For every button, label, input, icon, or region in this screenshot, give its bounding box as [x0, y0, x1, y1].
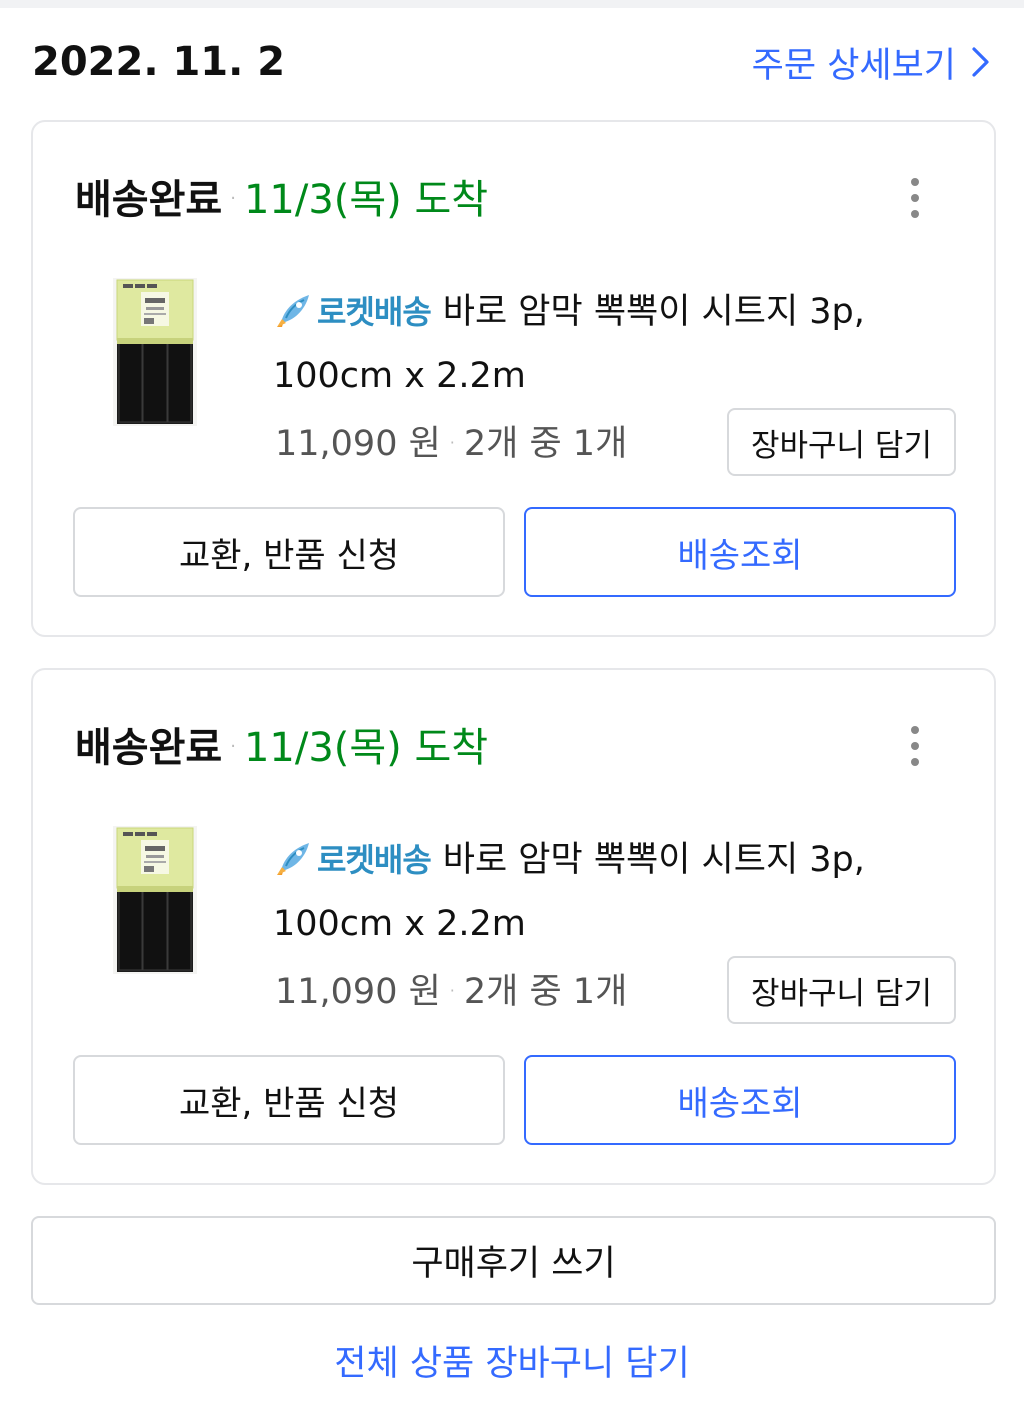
rocket-icon	[277, 843, 309, 875]
product-title-line1: 바로 암막 뽁뽁이 시트지 3p,	[442, 840, 865, 880]
rocket-delivery-label: 로켓배송	[317, 841, 432, 879]
arrival-date: 11/3(목) 도착	[243, 725, 489, 771]
track-delivery-button[interactable]: 배송조회	[524, 507, 956, 597]
delivery-status-row: 배송완료 · 11/3(목) 도착	[75, 718, 489, 771]
track-delivery-button[interactable]: 배송조회	[524, 1055, 956, 1145]
add-to-cart-button[interactable]: 장바구니 담기	[727, 956, 956, 1024]
rocket-delivery-label: 로켓배송	[317, 293, 432, 331]
chevron-right-icon	[972, 47, 989, 77]
separator-dot: ·	[230, 735, 236, 757]
order-item-card: 배송완료 · 11/3(목) 도착 로켓배송 바로 암막 뽁뽁이 시트지 3p, …	[31, 668, 996, 1185]
separator-dot: ·	[449, 980, 455, 1000]
order-detail-label: 주문 상세보기	[751, 45, 956, 86]
more-options-icon[interactable]	[900, 724, 930, 768]
product-title-line2: 100cm x 2.2m	[273, 904, 526, 944]
order-item-card: 배송완료 · 11/3(목) 도착 로켓배송 바로 암막 뽁뽁이 시트지 3p, …	[31, 120, 996, 637]
order-detail-link[interactable]: 주문 상세보기	[752, 37, 992, 88]
delivery-status-row: 배송완료 · 11/3(목) 도착	[75, 170, 489, 223]
exchange-return-button[interactable]: 교환, 반품 신청	[73, 1055, 505, 1145]
product-price: 11,090 원	[275, 971, 441, 1012]
add-all-to-cart-link[interactable]: 전체 상품 장바구니 담기	[0, 1332, 1024, 1388]
product-thumbnail[interactable]	[113, 278, 197, 426]
product-title-line2: 100cm x 2.2m	[273, 356, 526, 396]
order-date: 2022. 11. 2	[32, 39, 286, 85]
add-to-cart-button[interactable]: 장바구니 담기	[727, 408, 956, 476]
separator-dot: ·	[230, 187, 236, 209]
product-title[interactable]: 로켓배송 바로 암막 뽁뽁이 시트지 3p, 100cm x 2.2m	[273, 828, 913, 956]
top-divider	[0, 0, 1024, 8]
delivery-status: 배송완료	[75, 177, 223, 223]
price-quantity-row: 11,090 원 · 2개 중 1개	[275, 962, 627, 1014]
arrival-date: 11/3(목) 도착	[243, 177, 489, 223]
product-quantity: 2개 중 1개	[463, 971, 628, 1012]
more-options-icon[interactable]	[900, 176, 930, 220]
product-title[interactable]: 로켓배송 바로 암막 뽁뽁이 시트지 3p, 100cm x 2.2m	[273, 280, 913, 408]
product-price: 11,090 원	[275, 423, 441, 464]
product-thumbnail[interactable]	[113, 826, 197, 974]
exchange-return-button[interactable]: 교환, 반품 신청	[73, 507, 505, 597]
order-header: 2022. 11. 2 주문 상세보기	[32, 36, 992, 88]
separator-dot: ·	[449, 432, 455, 452]
product-quantity: 2개 중 1개	[463, 423, 628, 464]
price-quantity-row: 11,090 원 · 2개 중 1개	[275, 414, 627, 466]
rocket-icon	[277, 295, 309, 327]
product-title-line1: 바로 암막 뽁뽁이 시트지 3p,	[442, 292, 865, 332]
write-review-button[interactable]: 구매후기 쓰기	[31, 1216, 996, 1305]
delivery-status: 배송완료	[75, 725, 223, 771]
